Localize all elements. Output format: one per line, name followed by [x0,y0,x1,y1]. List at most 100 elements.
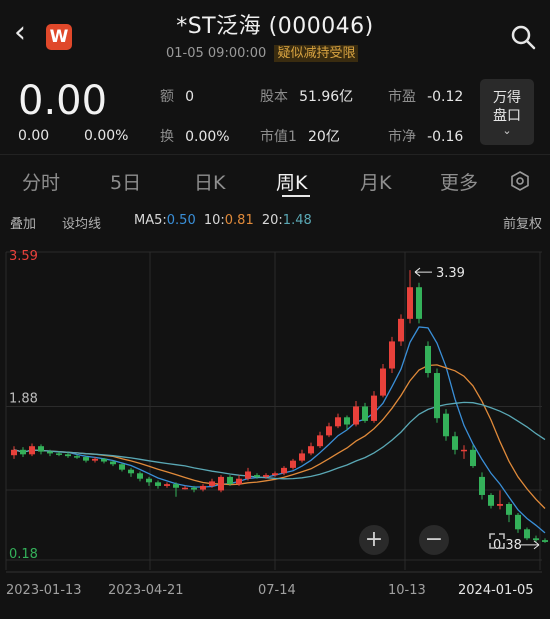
last-price: 0.00 [18,78,108,124]
fullscreen-icon[interactable] [487,531,507,551]
candle-body [515,514,521,530]
candle-body [542,540,548,542]
ma20-line [13,401,546,480]
candle-body [56,453,62,455]
candle-body [191,487,197,490]
x-tick-1: 2023-01-13 [6,583,82,598]
ma5-line [13,326,546,534]
active-tab-indicator [282,195,310,197]
candle-body [164,484,170,486]
candle-body [452,436,458,450]
field-share-capital: 股本 51.96亿 [260,89,354,105]
candle-body [335,417,341,427]
tab-daily-k[interactable]: 日K [194,168,225,195]
candle-body [200,485,206,490]
candle-body [524,529,530,539]
candle-body [83,457,89,461]
candle-body [434,373,440,419]
candle-body [218,476,224,491]
field-amount: 额 0 [160,89,195,105]
candle-body [74,456,80,458]
forward-adjust-button[interactable]: 前复权 [503,213,542,232]
candle-body [497,504,503,506]
candle-body [407,287,413,319]
candle-body [398,318,404,342]
y-tick-min: 0.18 [9,547,38,562]
tab-5day[interactable]: 5日 [110,168,141,195]
candle-body [245,471,251,479]
candle-body [488,494,494,506]
chart-grid [5,251,542,573]
candle-body [470,449,476,467]
x-tick-5: 2024-01-05 [458,583,534,598]
candle-body [20,449,26,455]
candle-body [533,538,539,541]
candle-body [65,454,71,457]
candle-body [425,345,431,374]
candle-body [128,469,134,474]
candle-body [281,467,287,474]
candle-body [299,453,305,461]
field-pb: 市净 -0.16 [388,129,464,145]
candle-body [227,476,233,485]
candle-body [263,475,269,477]
settings-icon[interactable] [509,170,531,192]
tab-more[interactable]: 更多 [440,168,478,195]
candle-body [479,476,485,495]
candle-body [317,435,323,447]
ma-lines [13,326,546,534]
zoom-out-button[interactable]: − [419,525,449,555]
field-market-cap: 市值1 20亿 [260,129,340,145]
tab-weekly-k[interactable]: 周K [276,168,307,195]
overlay-button[interactable]: 叠加 [10,213,36,232]
ma5-value: 0.50 [166,213,196,228]
wind-pankou-button[interactable]: 万得 盘口 ⌄ [480,79,534,145]
x-tick-4: 10-13 [388,583,426,598]
candle-body [101,458,107,462]
ma20-value: 1.48 [282,213,312,228]
candle-body [146,478,152,483]
candle-body [344,417,350,425]
candle-body [38,446,44,452]
ma10-line [13,364,546,509]
candle-body [236,478,242,485]
divider [0,154,550,155]
quote-subline: 01-05 09:00:00 疑似减持受限 [166,42,359,62]
candle-body [209,481,215,486]
candle-body [443,413,449,437]
candle-body [155,482,161,486]
candle-body [254,475,260,477]
candle-body [353,406,359,425]
candle-body [182,487,188,490]
candle-body [362,406,368,421]
tab-intraday[interactable]: 分时 [22,168,60,195]
candle-body [380,368,386,396]
candle-body [290,460,296,468]
y-tick-max: 3.59 [9,249,38,264]
candle-body [326,426,332,436]
candle-body [461,449,467,452]
zoom-in-button[interactable]: + [359,525,389,555]
pankou-label-2: 盘口 [493,108,521,124]
candle-body [506,504,512,515]
x-tick-2: 2023-04-21 [108,583,184,598]
candle-body [308,446,314,454]
candle-body [119,464,125,470]
status-badge: 疑似减持受限 [274,45,359,62]
candle-body [92,458,98,461]
pankou-label-1: 万得 [493,90,521,106]
price-change: 0.00 [18,128,50,144]
candle-body [389,341,395,369]
set-ma-button[interactable]: 设均线 [62,213,101,232]
candle-body [137,473,143,479]
chevron-down-icon: ⌄ [502,124,512,137]
tab-monthly-k[interactable]: 月K [360,168,391,195]
price-change-pct: 0.00% [84,128,129,144]
quote-datetime: 01-05 09:00:00 [166,46,267,61]
candle-body [110,461,116,465]
candle-body [47,451,53,454]
ma10-value: 0.81 [224,213,254,228]
field-turnover: 换 0.00% [160,129,230,145]
weekly-k-chart[interactable]: 3.591.880.183.390.38 [0,240,550,619]
search-icon[interactable] [510,24,536,50]
